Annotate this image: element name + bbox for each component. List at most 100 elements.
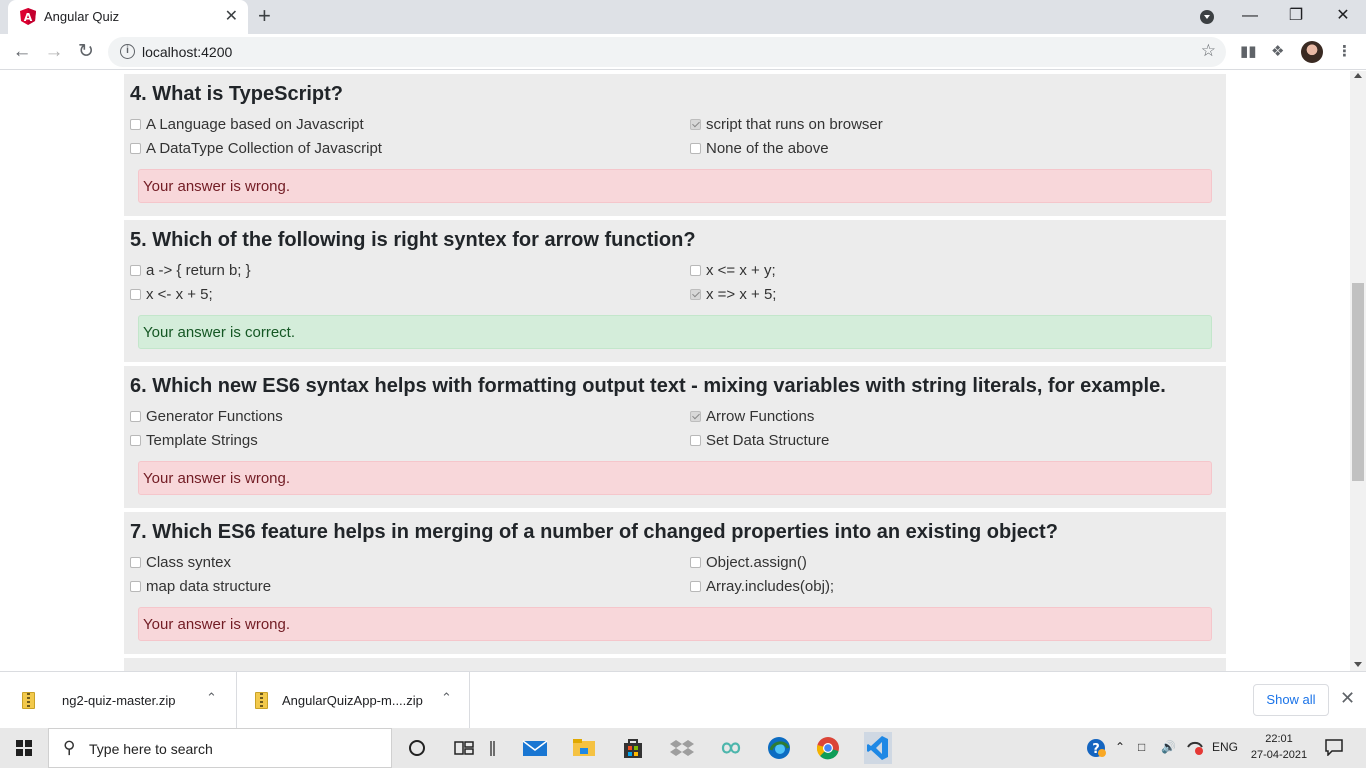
menu-kebab-icon[interactable]: ⋮ [1337,42,1352,60]
show-all-button[interactable]: Show all [1253,684,1329,716]
profile-avatar[interactable] [1301,41,1323,63]
zip-file-icon [22,692,35,709]
page-viewport: 4. What is TypeScript? A Language based … [0,71,1350,671]
chevron-up-icon[interactable]: ⌃ [1115,740,1125,754]
bookmark-star-icon[interactable]: ☆ [1201,41,1216,61]
tab-close-icon[interactable]: ✕ [225,6,238,26]
checkbox-icon[interactable] [130,435,141,446]
option-checkbox[interactable]: None of the above [690,140,829,157]
option-checkbox[interactable]: a -> { return b; } [130,262,251,279]
restore-button[interactable]: ❐ [1273,4,1319,28]
checkbox-icon[interactable] [690,581,701,592]
checkbox-checked-icon[interactable] [690,289,701,300]
option-checkbox[interactable]: Generator Functions [130,408,283,425]
checkbox-icon[interactable] [130,143,141,154]
checkbox-icon[interactable] [130,581,141,592]
option-checkbox[interactable]: x <= x + y; [690,262,776,279]
url-text: localhost:4200 [142,44,233,60]
checkbox-icon[interactable] [130,289,141,300]
answer-result-wrong: Your answer is wrong. [138,169,1212,203]
extensions-puzzle-icon[interactable]: ❖ [1271,42,1284,60]
chevron-up-icon[interactable]: ⌃ [206,690,217,706]
page-scrollbar[interactable] [1350,71,1366,671]
notification-icon[interactable] [1325,738,1343,759]
checkbox-icon[interactable] [690,265,701,276]
checkbox-icon[interactable] [130,265,141,276]
option-checkbox[interactable]: Template Strings [130,432,258,449]
tab-search-icon[interactable] [1200,10,1214,24]
option-checkbox[interactable]: Object.assign() [690,554,807,571]
option-checkbox[interactable]: x <- x + 5; [130,286,213,303]
mail-icon[interactable] [522,736,548,760]
back-arrow-icon[interactable]: ← [10,40,34,64]
checkbox-checked-icon[interactable] [690,119,701,130]
forward-arrow-icon[interactable]: → [42,40,66,64]
address-bar[interactable]: i localhost:4200 ☆ [108,37,1226,67]
network-warning-icon[interactable] [1186,738,1204,759]
download-item[interactable]: ng2-quiz-master.zip ⌃ [0,672,237,728]
scrollbar-thumb[interactable] [1352,283,1364,481]
chrome-browser-icon[interactable] [816,736,840,760]
option-checkbox[interactable]: script that runs on browser [690,116,883,133]
question-card: 6. Which new ES6 syntax helps with forma… [124,366,1226,508]
minimize-button[interactable]: — [1227,4,1273,28]
edge-browser-icon[interactable] [767,736,791,760]
store-icon[interactable] [621,736,645,760]
question-title: 6. Which new ES6 syntax helps with forma… [130,375,1166,397]
download-filename: AngularQuizApp-m....zip [282,693,423,708]
taskbar-search-input[interactable]: ⚲ Type here to search [48,728,392,768]
battery-icon[interactable]: □ [1138,740,1145,754]
option-checkbox[interactable]: Set Data Structure [690,432,829,449]
file-explorer-icon[interactable] [572,736,596,760]
dropbox-icon[interactable] [670,736,694,760]
help-icon[interactable]: ? [1086,738,1106,761]
option-checkbox[interactable]: A DataType Collection of Javascript [130,140,382,157]
windows-start-icon[interactable] [16,740,32,756]
close-window-button[interactable]: ✕ [1320,4,1366,28]
site-info-icon[interactable]: i [120,44,135,59]
clock-date: 27-04-2021 [1250,749,1308,761]
zip-file-icon [255,692,268,709]
cortana-icon[interactable] [405,736,429,760]
reload-icon[interactable]: ↻ [74,40,98,64]
language-indicator[interactable]: ENG [1212,740,1238,754]
taskbar-divider-icon [488,736,496,760]
close-shelf-icon[interactable]: ✕ [1340,688,1355,709]
search-icon: ⚲ [63,738,76,757]
checkbox-checked-icon[interactable] [690,411,701,422]
checkbox-icon[interactable] [130,119,141,130]
option-checkbox[interactable]: Class syntex [130,554,231,571]
search-placeholder: Type here to search [89,741,213,757]
answer-result-wrong: Your answer is wrong. [138,607,1212,641]
option-checkbox[interactable]: A Language based on Javascript [130,116,364,133]
answer-result-correct: Your answer is correct. [138,315,1212,349]
tab-strip: A Angular Quiz ✕ + — ❐ ✕ [0,0,1366,34]
performance-icon[interactable]: ▮▮ [1240,42,1257,60]
question-title: 4. What is TypeScript? [130,83,343,105]
option-checkbox[interactable]: Array.includes(obj); [690,578,834,595]
option-checkbox[interactable]: Arrow Functions [690,408,814,425]
checkbox-icon[interactable] [690,143,701,154]
task-view-icon[interactable] [452,736,476,760]
system-clock[interactable]: 22:01 27-04-2021 [1248,731,1310,763]
question-card: 5. Which of the following is right synte… [124,220,1226,362]
scroll-up-arrow-icon[interactable] [1354,73,1362,78]
option-checkbox[interactable]: x => x + 5; [690,286,776,303]
volume-icon[interactable]: 🔊 [1161,740,1176,754]
scroll-down-arrow-icon[interactable] [1354,662,1362,667]
infinity-app-icon[interactable] [718,736,742,760]
vscode-icon[interactable] [864,732,892,764]
tab-angular-quiz[interactable]: A Angular Quiz ✕ [8,0,248,34]
download-item[interactable]: AngularQuizApp-m....zip ⌃ [237,672,470,728]
clock-time: 22:01 [1265,733,1293,745]
browser-toolbar: ← → ↻ i localhost:4200 ☆ ▮▮ ❖ ⋮ [0,34,1366,70]
checkbox-icon[interactable] [690,557,701,568]
question-card-partial [124,658,1226,671]
chevron-up-icon[interactable]: ⌃ [441,690,452,706]
checkbox-icon[interactable] [130,557,141,568]
svg-text:A: A [24,11,33,24]
checkbox-icon[interactable] [690,435,701,446]
option-checkbox[interactable]: map data structure [130,578,271,595]
new-tab-button[interactable]: + [258,3,271,29]
checkbox-icon[interactable] [130,411,141,422]
